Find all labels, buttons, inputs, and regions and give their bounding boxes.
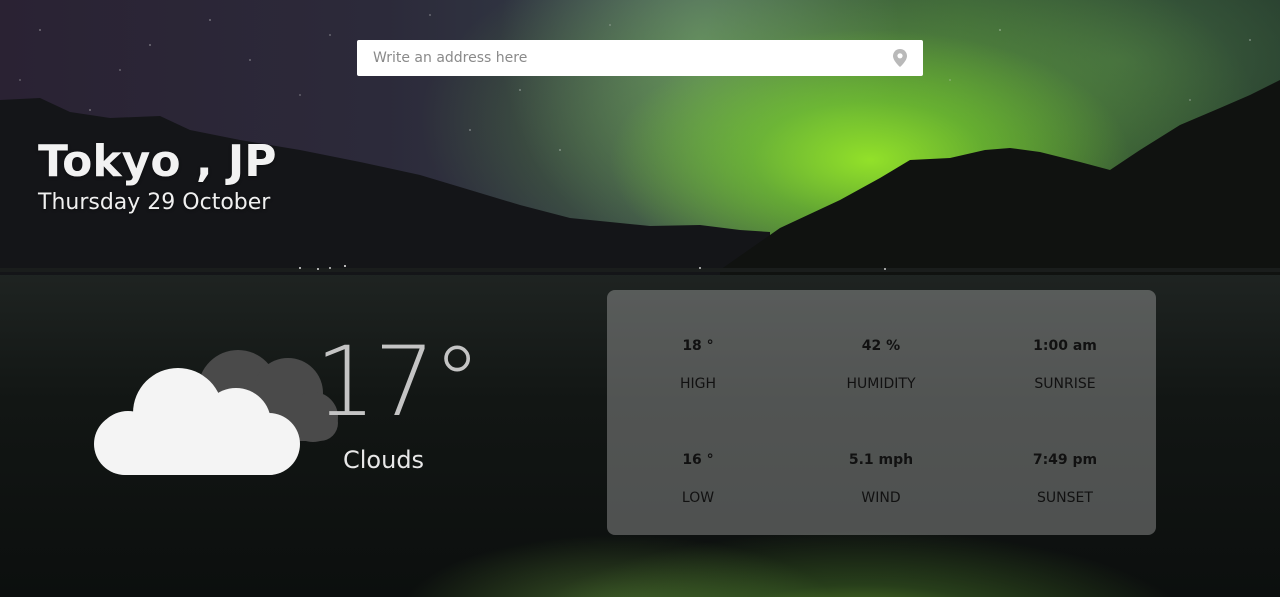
map-pin-icon[interactable]	[893, 49, 907, 67]
stat-low: 16 ° LOW	[628, 452, 768, 506]
stat-high: 18 ° HIGH	[628, 338, 768, 392]
sunrise-label: SUNRISE	[1034, 376, 1096, 392]
high-temp-label: HIGH	[679, 376, 717, 392]
stat-sunset: 7:49 pm SUNSET	[995, 452, 1135, 506]
clouds-icon	[94, 350, 338, 475]
city-name: Tokyo , JP	[38, 136, 277, 187]
sunrise-value: 1:00 am	[1033, 338, 1097, 354]
sunset-label: SUNSET	[1037, 490, 1093, 506]
search-bar	[357, 40, 923, 76]
stat-humidity: 42 % HUMIDITY	[811, 338, 951, 392]
humidity-label: HUMIDITY	[846, 376, 916, 392]
stat-wind: 5.1 mph WIND	[811, 452, 951, 506]
high-temp-value: 18 °	[682, 338, 714, 354]
wind-label: WIND	[861, 490, 901, 506]
weather-app: Tokyo , JP Thursday 29 October 17° Cloud…	[0, 0, 1280, 597]
stat-sunrise: 1:00 am SUNRISE	[995, 338, 1135, 392]
address-search-input[interactable]	[357, 40, 877, 76]
wind-value: 5.1 mph	[848, 452, 914, 468]
weather-condition: Clouds	[343, 446, 425, 474]
low-temp-value: 16 °	[682, 452, 714, 468]
humidity-value: 42 %	[861, 338, 901, 354]
weather-stats-panel: 18 ° HIGH 42 % HUMIDITY 1:00 am SUNRISE …	[607, 290, 1156, 535]
sunset-value: 7:49 pm	[1032, 452, 1098, 468]
current-temperature: 17°	[315, 326, 481, 438]
current-date: Thursday 29 October	[38, 190, 271, 215]
low-temp-label: LOW	[681, 490, 715, 506]
